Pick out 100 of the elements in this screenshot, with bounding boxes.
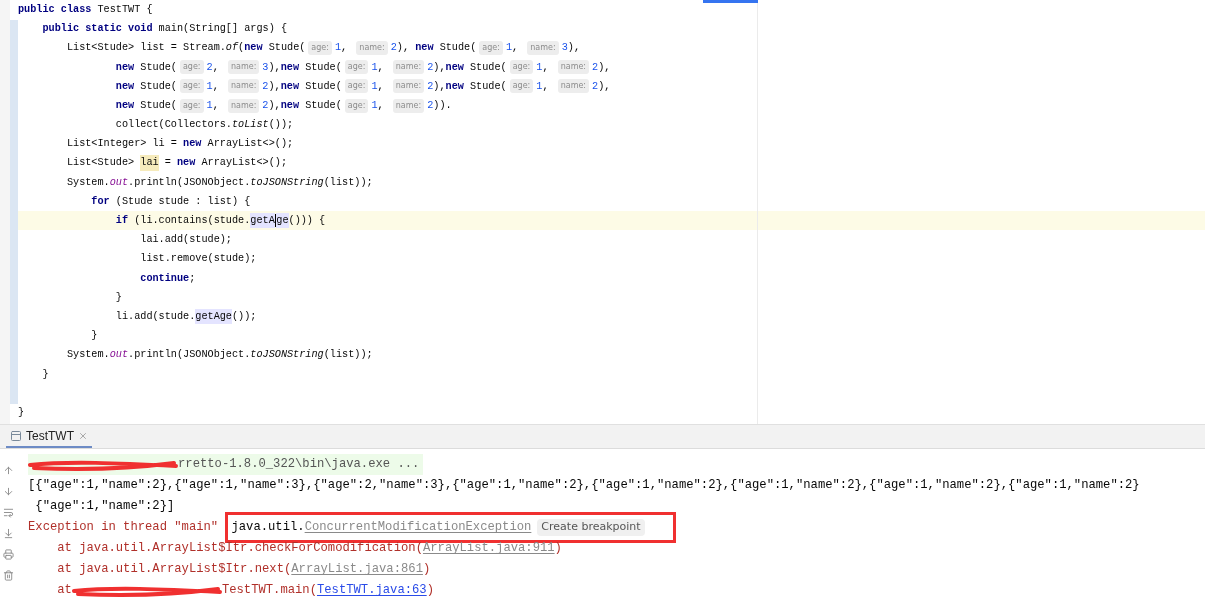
static-field: out: [109, 174, 129, 190]
parameter-hint: age:: [509, 79, 534, 94]
keyword: new: [114, 98, 135, 113]
code-text: (Stude stude : list) {: [114, 194, 251, 209]
soft-wrap-icon[interactable]: [2, 507, 14, 518]
parameter-hint: age:: [179, 98, 204, 113]
parameter-hint: name:: [557, 79, 590, 94]
parameter-hint: name:: [227, 79, 260, 94]
code-text: System.: [65, 348, 110, 363]
parameter-hint: age:: [344, 79, 369, 94]
code-text: Stude(: [469, 60, 507, 75]
number-literal: 1: [206, 79, 213, 94]
code-text: }: [18, 405, 25, 420]
number-literal: 2: [427, 98, 434, 113]
static-field: out: [109, 347, 129, 363]
number-literal: 3: [561, 41, 568, 56]
number-literal: 2: [427, 60, 434, 75]
code-text: ArrayList<>();: [206, 137, 294, 152]
keyword: new: [114, 79, 135, 94]
keyword: new: [445, 79, 464, 94]
number-literal: 1: [371, 79, 378, 94]
parameter-hint: name:: [356, 40, 388, 55]
code-text: List<Stude> list = Stream.: [65, 41, 226, 56]
code-text: Stude(: [304, 79, 342, 94]
number-literal: 1: [505, 41, 513, 56]
parameter-hint: name:: [392, 60, 425, 75]
code-text: Stude(: [139, 79, 177, 94]
code-text: =: [163, 156, 172, 171]
code-text: ())) {: [288, 214, 326, 228]
trash-icon[interactable]: [2, 570, 14, 581]
parameter-hint: age:: [509, 60, 534, 75]
number-literal: 2: [206, 60, 213, 75]
keyword: new: [183, 137, 202, 152]
code-text: ),: [268, 60, 281, 75]
number-literal: 1: [371, 60, 378, 75]
console-icon: [10, 430, 22, 442]
code-text: collect(Collectors.: [114, 118, 232, 133]
code-text: ,: [377, 79, 385, 94]
number-literal: 1: [371, 98, 378, 113]
scroll-to-end-icon[interactable]: [2, 528, 14, 539]
printer-icon[interactable]: [2, 549, 14, 560]
error-text: Exception in thread "main": [28, 519, 220, 537]
parameter-hint: name:: [227, 98, 260, 113]
source-link[interactable]: ConcurrentModificationException: [304, 518, 532, 537]
code-text: Stude(: [267, 41, 306, 56]
number-literal: 2: [427, 79, 434, 94]
number-literal: 1: [536, 79, 543, 94]
error-text: at java.util.ArrayList$Itr.checkForComodification(: [56, 540, 423, 558]
parameter-hint: name:: [392, 79, 425, 94]
parameter-hint: name:: [392, 98, 425, 113]
code-text: Stude(: [139, 60, 177, 75]
keyword: public static void: [41, 22, 153, 37]
parameter-hint: name:: [557, 60, 590, 75]
parameter-hint: age:: [344, 60, 369, 75]
number-literal: 2: [592, 79, 599, 94]
code-text: ),: [396, 41, 411, 56]
source-link[interactable]: ArrayList.java:911: [422, 539, 555, 558]
code-text: ());: [232, 309, 257, 324]
code-text: System.: [65, 175, 110, 190]
number-literal: 1: [334, 41, 342, 56]
source-link[interactable]: ArrayList.java:861: [291, 560, 423, 579]
keyword: new: [280, 79, 300, 94]
method-name: toJSONString: [250, 175, 324, 190]
code-text: (li.contains(stude.: [133, 214, 251, 228]
error-text: ): [554, 540, 562, 558]
number-literal: 2: [262, 98, 269, 113]
method-usage: getA: [250, 213, 275, 229]
keyword: new: [280, 98, 300, 113]
method-name: of: [225, 41, 239, 56]
method-usage: getAge: [195, 308, 232, 325]
create-breakpoint-button[interactable]: Create breakpoint: [537, 519, 645, 536]
run-tab[interactable]: TestTWT: [6, 426, 92, 448]
arrow-down-icon[interactable]: [2, 486, 14, 497]
code-text: ;: [189, 271, 196, 286]
code-text: lai.add(stude);: [139, 233, 232, 248]
keyword: new: [114, 60, 135, 75]
error-text: ): [426, 582, 434, 600]
source-link[interactable]: TestTWT.java:63: [316, 581, 427, 600]
parameter-hint: age:: [179, 79, 204, 94]
keyword: new: [415, 41, 434, 56]
code-text: ,: [212, 60, 220, 75]
variable-name: lai: [140, 155, 159, 171]
code-text: ,: [377, 60, 385, 75]
method-name: toJSONString: [250, 348, 324, 363]
number-literal: 3: [262, 60, 269, 75]
error-text: at: [56, 582, 72, 600]
code-text: Stude(: [304, 60, 342, 75]
parameter-hint: age:: [308, 40, 332, 55]
code-text: ,: [377, 98, 385, 113]
number-literal: 1: [206, 98, 213, 113]
arrow-up-icon[interactable]: [2, 465, 14, 476]
code-text: Stude(: [139, 98, 177, 113]
code-text: ());: [268, 118, 294, 133]
code-text: (: [238, 41, 245, 56]
method-usage: ge: [276, 213, 289, 229]
keyword: new: [280, 60, 300, 75]
keyword: for: [90, 194, 110, 209]
parameter-hint: name:: [227, 60, 260, 75]
console-text: [{"age":1,"name":2},{"age":1,"name":3},{"age":2,"name":3},{"age":1,"name":2},{"age":1,"name":2},{"age":1,"name":2},{"age":1,"name":2},{"age":1,"name":2}: [28, 477, 1140, 495]
code-text: ),: [433, 60, 446, 75]
